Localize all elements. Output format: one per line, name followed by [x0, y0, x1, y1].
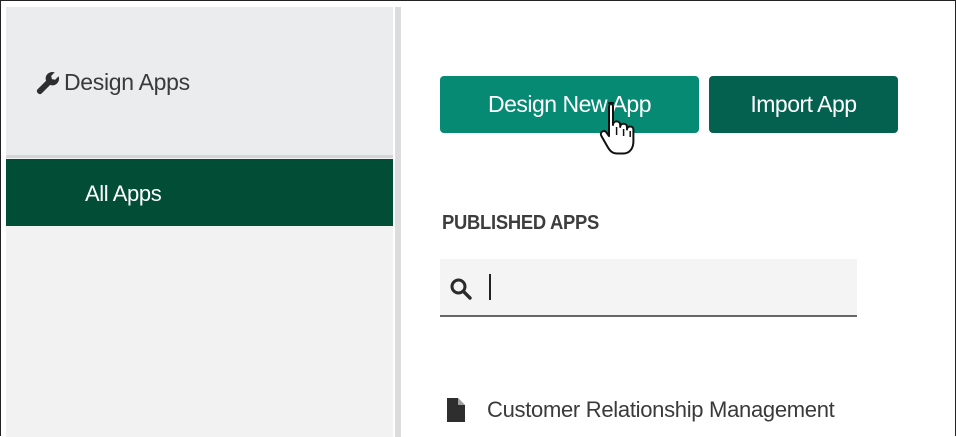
published-apps-heading: PUBLISHED APPS	[442, 212, 600, 234]
search-box[interactable]	[440, 259, 857, 317]
window-frame: Design Apps All Apps Design New App Impo…	[0, 0, 956, 437]
hand-cursor-icon	[599, 102, 635, 155]
sidebar-header: Design Apps	[6, 7, 393, 158]
wrench-icon	[36, 71, 60, 94]
sidebar: Design Apps All Apps	[6, 7, 393, 437]
search-icon	[450, 278, 472, 300]
sidebar-item-all-apps[interactable]: All Apps	[6, 159, 393, 226]
design-new-app-button[interactable]: Design New App	[440, 76, 699, 133]
sidebar-item-label: All Apps	[85, 181, 162, 206]
panel-divider	[395, 7, 401, 437]
sidebar-title-label: Design Apps	[64, 69, 190, 95]
search-input[interactable]	[480, 271, 840, 303]
app-name: Customer Relationship Management	[487, 397, 835, 422]
list-item[interactable]: Customer Relationship Management	[447, 397, 835, 423]
import-app-button[interactable]: Import App	[709, 76, 898, 133]
sidebar-title: Design Apps	[36, 69, 190, 96]
text-caret	[489, 274, 491, 300]
document-icon	[447, 398, 465, 422]
